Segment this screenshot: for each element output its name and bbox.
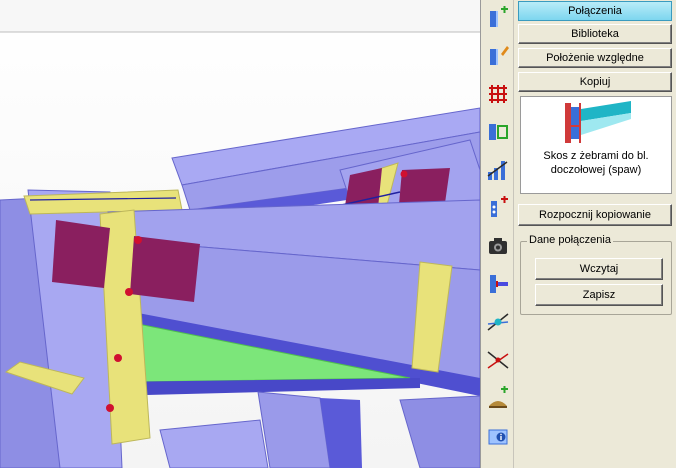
connection-preview-label: Skos z żebrami do bl. doczołowej (spaw) [525,149,667,177]
tab-polozenie-wzgledne[interactable]: Położenie względne [518,48,672,68]
grid-icon[interactable] [484,80,512,108]
add-support-icon[interactable] [484,384,512,412]
line-cross-icon[interactable] [484,346,512,374]
viewport-top-strip [0,0,480,32]
add-node-icon[interactable] [484,194,512,222]
preview-label-line2: doczołowej (spaw) [550,164,642,176]
camera-icon[interactable] [484,232,512,260]
tab-polaczenia[interactable]: Połączenia [518,1,672,21]
left-stiffener-right [130,236,200,302]
vertical-toolbar [480,0,514,468]
connections-panel: Połączenia Biblioteka Położenie względne… [514,0,676,468]
tab-biblioteka[interactable]: Biblioteka [518,24,672,44]
tab-kopiuj[interactable]: Kopiuj [518,72,672,92]
column-beam-icon[interactable] [484,270,512,298]
left-stiffener-left [52,220,110,288]
3d-viewport[interactable] [0,0,480,468]
lower-support-left [257,391,331,468]
preview-label-line1: Skos z żebrami do bl. [543,150,649,162]
edit-beam-icon[interactable] [484,42,512,70]
connection-data-group: Dane połączenia Wczytaj Zapisz [520,234,672,315]
start-copy-button[interactable]: Rozpocznij kopiowanie [518,204,672,226]
3d-model-view [0,0,480,468]
connection-preview[interactable]: Skos z żebrami do bl. doczołowej (spaw) [520,96,672,194]
connection-data-title: Dane połączenia [527,234,613,246]
connection-preview-icon [565,101,631,143]
save-button[interactable]: Zapisz [535,284,663,306]
node-axis-icon[interactable] [484,308,512,336]
info-icon[interactable] [484,422,512,450]
load-button[interactable]: Wczytaj [535,258,663,280]
connection-icon[interactable] [484,118,512,146]
chart-icon[interactable] [484,156,512,184]
add-beam-icon[interactable] [484,4,512,32]
